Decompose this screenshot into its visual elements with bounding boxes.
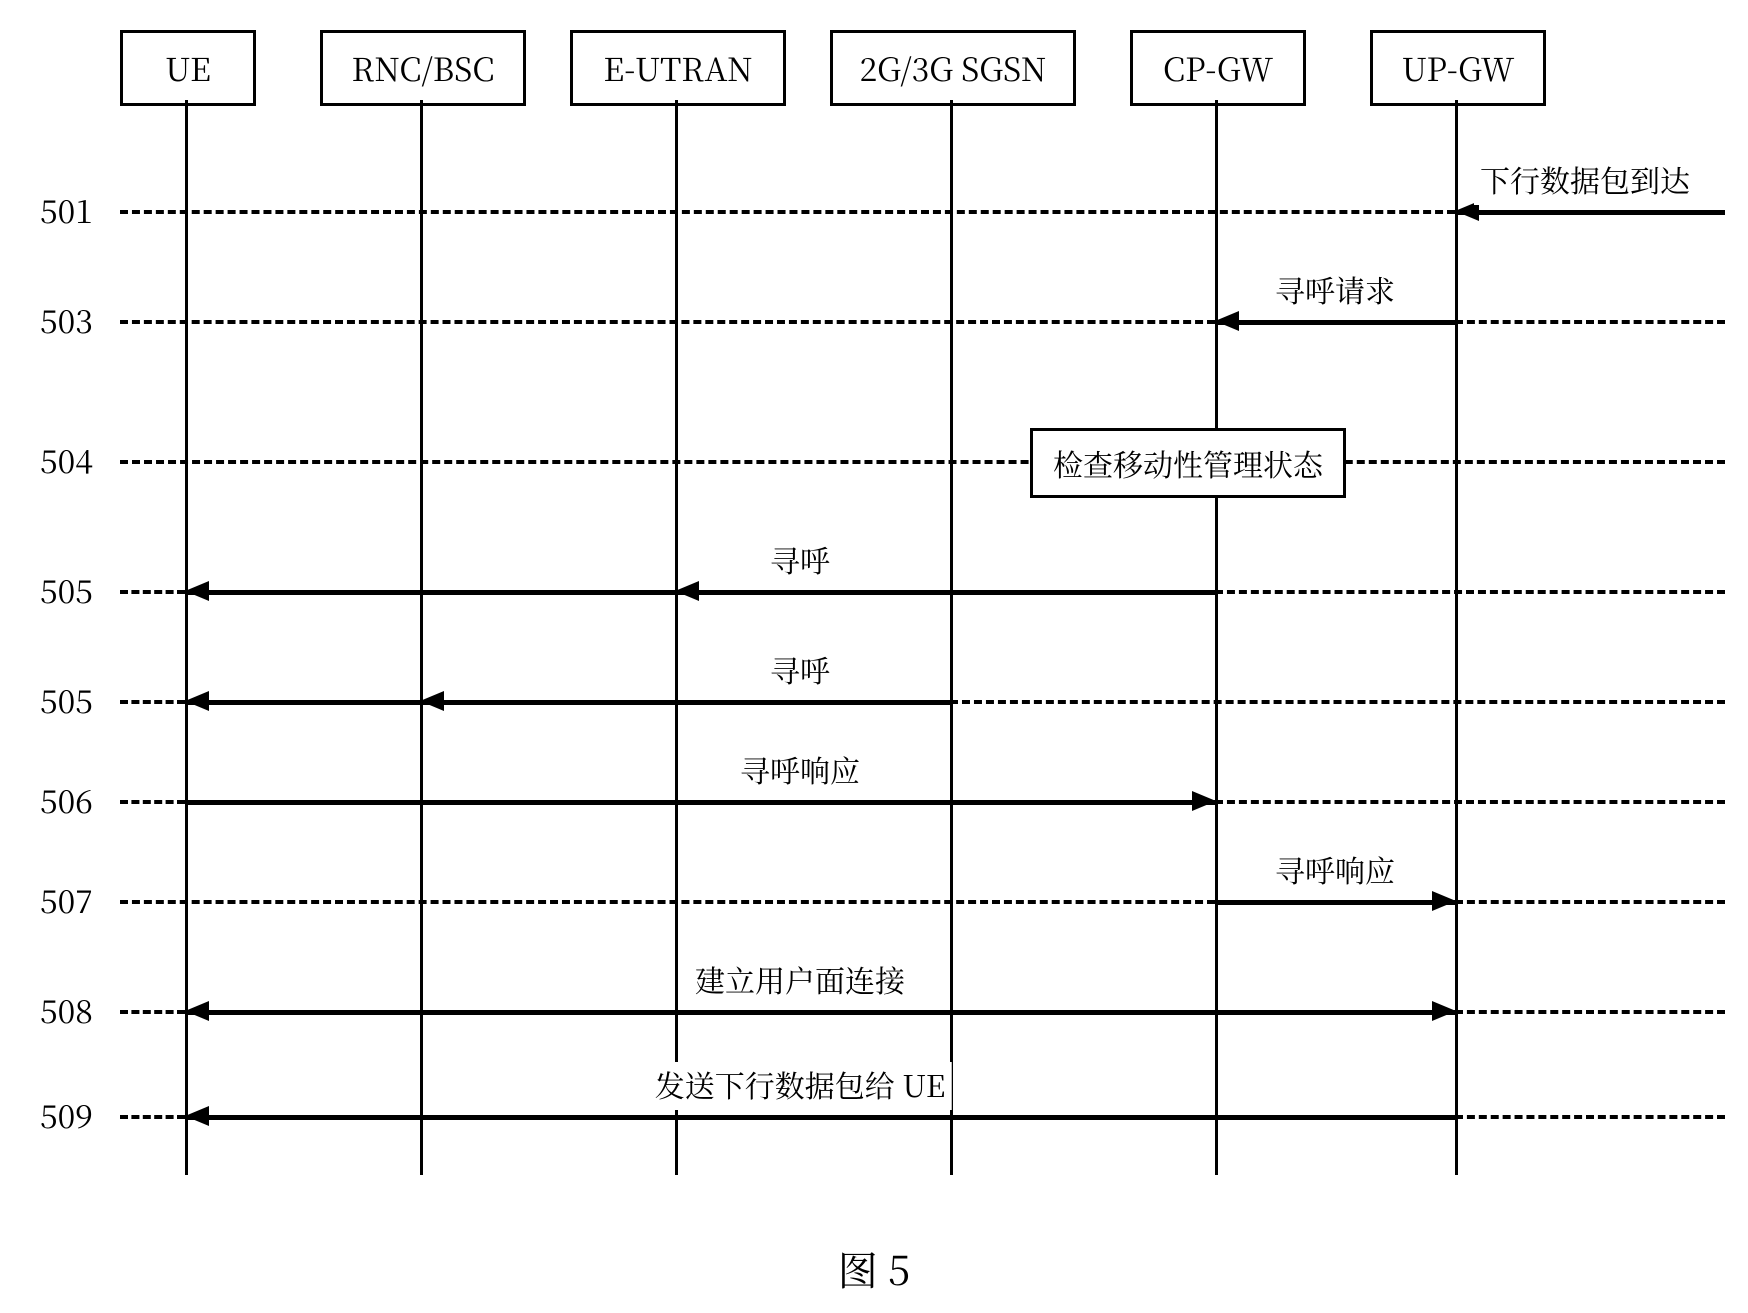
step-num-505a: 505 — [40, 567, 93, 613]
arrow-501 — [1455, 210, 1725, 215]
step-num-504: 504 — [40, 437, 93, 483]
label-508: 建立用户面连接 — [689, 957, 911, 1005]
label-501: 下行数据包到达 — [1474, 157, 1696, 205]
action-504: 检查移动性管理状态 — [1030, 428, 1346, 498]
dashed-506-right — [1215, 800, 1725, 804]
arrow-506 — [185, 800, 1215, 805]
arrow-505a-left — [185, 590, 675, 595]
dashed-503-left — [120, 320, 1215, 324]
arrow-503 — [1215, 320, 1455, 325]
dashed-505b-right — [950, 700, 1725, 704]
arrow-505a-left-head — [185, 581, 209, 601]
arrow-507 — [1215, 900, 1455, 905]
dashed-509-left — [120, 1115, 185, 1119]
sequence-diagram: UE RNC/BSC E-UTRAN 2G/3G SGSN CP-GW UP-G… — [0, 0, 1748, 1313]
arrow-505b-left-head — [185, 691, 209, 711]
arrow-508 — [185, 1010, 1455, 1015]
label-505a: 寻呼 — [764, 537, 836, 585]
label-509: 发送下行数据包给 UE — [649, 1062, 952, 1110]
label-507: 寻呼响应 — [1269, 847, 1401, 895]
arrow-506-head — [1192, 791, 1216, 811]
actor-eutran: E-UTRAN — [570, 30, 786, 106]
step-num-509: 509 — [40, 1092, 93, 1138]
dashed-507-right — [1455, 900, 1725, 904]
arrow-505b-right-head — [420, 691, 444, 711]
arrow-508-head-left — [185, 1001, 209, 1021]
step-num-508: 508 — [40, 987, 93, 1033]
actor-ue: UE — [120, 30, 256, 106]
step-num-505b: 505 — [40, 677, 93, 723]
dashed-505a-left — [120, 590, 185, 594]
dashed-506-left — [120, 800, 185, 804]
dashed-504 — [120, 460, 1725, 464]
dashed-505a-right — [1215, 590, 1725, 594]
arrow-508-head-right — [1432, 1001, 1456, 1021]
actor-rnc: RNC/BSC — [320, 30, 526, 106]
dashed-509-right — [1455, 1115, 1725, 1119]
arrow-505a-right — [675, 590, 1215, 595]
arrow-509 — [185, 1115, 1455, 1120]
step-num-507: 507 — [40, 877, 93, 923]
step-num-503: 503 — [40, 297, 93, 343]
arrow-507-head — [1432, 891, 1456, 911]
actor-upgw: UP-GW — [1370, 30, 1546, 106]
arrow-505b-right — [420, 700, 950, 705]
actor-sgsn: 2G/3G SGSN — [830, 30, 1076, 106]
label-505b: 寻呼 — [764, 647, 836, 695]
arrow-505b-left — [185, 700, 420, 705]
dashed-503-right — [1455, 320, 1725, 324]
arrow-503-head — [1215, 311, 1239, 331]
arrow-505a-right-head — [675, 581, 699, 601]
label-503: 寻呼请求 — [1269, 267, 1401, 315]
figure-caption: 图 5 — [838, 1240, 911, 1297]
arrow-509-head — [185, 1106, 209, 1126]
label-506: 寻呼响应 — [734, 747, 866, 795]
actor-cpgw: CP-GW — [1130, 30, 1306, 106]
dashed-508-right — [1455, 1010, 1725, 1014]
dashed-501 — [120, 210, 1455, 214]
dashed-508-left — [120, 1010, 185, 1014]
dashed-507-left — [120, 900, 1215, 904]
step-num-501: 501 — [40, 187, 93, 233]
dashed-505b-left — [120, 700, 185, 704]
step-num-506: 506 — [40, 777, 93, 823]
